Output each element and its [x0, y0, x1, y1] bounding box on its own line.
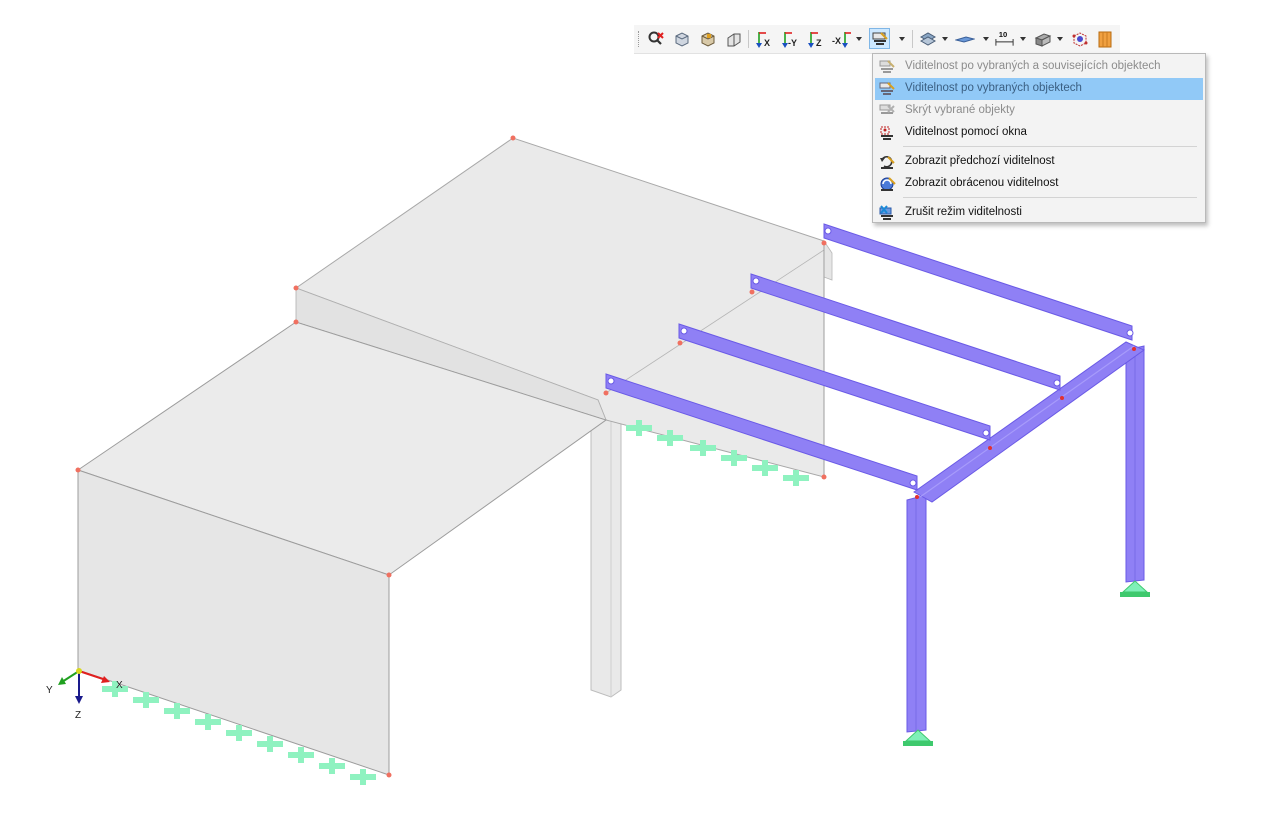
menu-item-label: Viditelnost po vybraných objektech [905, 82, 1082, 94]
menu-item-label: Zobrazit obrácenou viditelnost [905, 177, 1059, 189]
svg-text:-X: -X [832, 36, 841, 46]
node-point [293, 319, 299, 325]
menu-separator [903, 146, 1197, 147]
svg-text:Z: Z [816, 38, 822, 48]
menu-item-label: Viditelnost pomocí okna [905, 126, 1027, 138]
dimension-dropdown-arrow[interactable] [1018, 28, 1027, 49]
node-point [603, 390, 609, 396]
display-surfaces-icon[interactable] [917, 28, 938, 49]
steel-columns[interactable] [906, 345, 1145, 733]
support-symbol [319, 758, 345, 774]
cancel-visibility-icon [879, 205, 893, 220]
menu-item-previous-visibility[interactable]: Zobrazit předchozí viditelnost [875, 151, 1203, 173]
visibility-related-icon [879, 60, 895, 73]
view-along-x-icon[interactable]: X [753, 28, 774, 49]
support-symbol [350, 769, 376, 785]
solid-render-icon[interactable] [1094, 28, 1115, 49]
menu-item-inverse-visibility[interactable]: Zobrazit obrácenou viditelnost [875, 173, 1203, 195]
axis-x-label: X [116, 680, 123, 691]
menu-item-visibility-related[interactable]: Viditelnost po vybraných a souvisejících… [875, 56, 1203, 78]
node-point [749, 289, 755, 295]
view-along-neg-x-icon[interactable]: -X [831, 28, 852, 49]
menu-item-hide-objects[interactable]: Skrýt vybrané objekty [875, 100, 1203, 122]
view-along-y-icon[interactable]: -Y [779, 28, 800, 49]
view-wire-icon[interactable] [723, 28, 744, 49]
view-toolbar: X -Y Z -X 10 [634, 25, 1120, 54]
toolbar-grip[interactable] [638, 31, 641, 47]
menu-item-cancel-visibility[interactable]: Zrušit režim viditelnosti [875, 202, 1203, 224]
support-symbol [288, 747, 314, 763]
visibility-mode-icon[interactable] [869, 28, 890, 49]
view-box-icon[interactable] [697, 28, 718, 49]
render-style-icon[interactable] [1032, 28, 1053, 49]
node-point [821, 240, 827, 246]
visibility-window-icon [880, 126, 893, 140]
menu-item-visibility-window[interactable]: Viditelnost pomocí okna [875, 122, 1203, 144]
menu-item-label: Viditelnost po vybraných a souvisejících… [905, 60, 1161, 72]
node-point [677, 340, 683, 346]
hide-selection-icon[interactable] [645, 28, 666, 49]
node-point [386, 772, 392, 778]
display-plane-icon[interactable] [954, 28, 975, 49]
concrete-column[interactable] [590, 404, 622, 698]
dimension-icon[interactable]: 10 [994, 28, 1015, 49]
node-point [386, 572, 392, 578]
toolbar-separator [748, 30, 749, 48]
node-point [821, 474, 827, 480]
axis-y-label: Y [46, 685, 53, 696]
toolbar-separator [912, 30, 913, 48]
view-dropdown-arrow[interactable] [854, 28, 863, 49]
node-point [75, 467, 81, 473]
view-isometric-icon[interactable] [671, 28, 692, 49]
render-dropdown-arrow[interactable] [1055, 28, 1064, 49]
svg-text:X: X [764, 38, 770, 48]
nodal-supports [903, 580, 1150, 746]
previous-visibility-icon [880, 156, 895, 169]
menu-item-label: Zobrazit předchozí viditelnost [905, 155, 1055, 167]
surfaces-dropdown-arrow[interactable] [940, 28, 949, 49]
svg-text:-Y: -Y [788, 38, 797, 48]
axis-z-label: Z [75, 710, 81, 721]
node-point [510, 135, 516, 141]
visibility-menu: Viditelnost po vybraných a souvisejících… [872, 53, 1206, 223]
node-point [293, 285, 299, 291]
svg-text:10: 10 [999, 30, 1007, 39]
wireframe-nodes-icon[interactable] [1069, 28, 1090, 49]
visibility-dropdown-arrow[interactable] [897, 28, 906, 49]
menu-separator [903, 197, 1197, 198]
menu-item-label: Skrýt vybrané objekty [905, 104, 1015, 116]
visibility-selected-icon [879, 82, 895, 95]
inverse-visibility-icon [880, 177, 896, 191]
view-along-z-icon[interactable]: Z [805, 28, 826, 49]
menu-item-label: Zrušit režim viditelnosti [905, 206, 1022, 218]
hide-objects-icon [879, 104, 895, 114]
menu-item-visibility-selected[interactable]: Viditelnost po vybraných objektech [875, 78, 1203, 100]
plane-dropdown-arrow[interactable] [981, 28, 990, 49]
